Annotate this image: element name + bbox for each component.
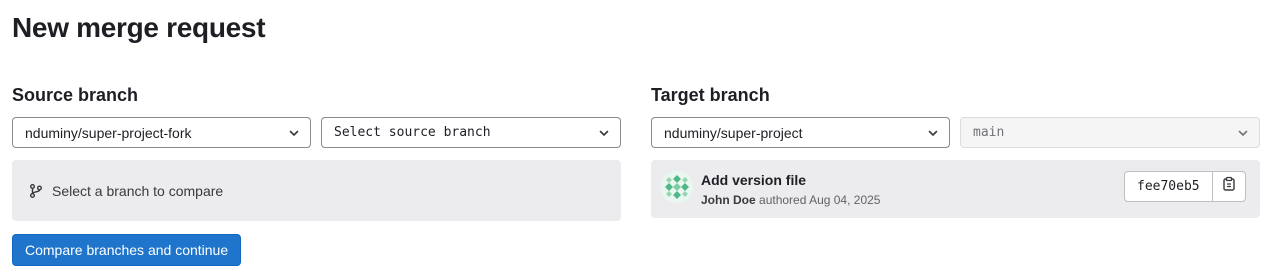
- source-branch-value: Select source branch: [334, 125, 491, 140]
- chevron-down-icon: [288, 127, 300, 139]
- chevron-down-icon: [1237, 127, 1249, 139]
- source-branch-heading: Source branch: [12, 85, 139, 105]
- target-project-select[interactable]: nduminy/super-project: [651, 117, 950, 148]
- target-commit-panel: Add version file John Doe authored Aug 0…: [651, 160, 1260, 218]
- commit-author[interactable]: John Doe: [701, 193, 756, 207]
- target-project-value: nduminy/super-project: [664, 124, 803, 141]
- target-branch-value: main: [973, 125, 1005, 140]
- commit-sha[interactable]: fee70eb5: [1125, 172, 1213, 201]
- target-branch-heading: Target branch: [651, 85, 770, 105]
- source-project-select[interactable]: nduminy/super-project-fork: [12, 117, 311, 148]
- compare-branches-button[interactable]: Compare branches and continue: [12, 234, 242, 266]
- source-compare-panel: Select a branch to compare: [12, 160, 621, 221]
- compare-empty-message: Select a branch to compare: [52, 182, 224, 199]
- commit-meta: John Doe authored Aug 04, 2025: [701, 193, 880, 207]
- commit-date: Aug 04, 2025: [809, 193, 881, 207]
- source-selects: nduminy/super-project-fork Select source…: [12, 117, 621, 148]
- author-avatar: [661, 171, 693, 203]
- page-title: New merge request: [12, 12, 266, 43]
- commit-sha-group: fee70eb5: [1124, 171, 1246, 202]
- source-branch-section: Source branch nduminy/super-project-fork…: [12, 84, 621, 221]
- commit-title[interactable]: Add version file: [701, 172, 806, 188]
- target-selects: nduminy/super-project main: [651, 117, 1260, 148]
- source-project-value: nduminy/super-project-fork: [25, 124, 192, 141]
- copy-sha-button[interactable]: [1213, 172, 1245, 201]
- target-branch-select[interactable]: main: [960, 117, 1260, 148]
- chevron-down-icon: [598, 127, 610, 139]
- chevron-down-icon: [927, 127, 939, 139]
- source-branch-select[interactable]: Select source branch: [321, 117, 621, 148]
- branch-icon: [28, 183, 44, 199]
- target-branch-section: Target branch nduminy/super-project main: [651, 84, 1260, 218]
- commit-authored-label: authored: [759, 193, 807, 207]
- copy-icon: [1221, 176, 1237, 197]
